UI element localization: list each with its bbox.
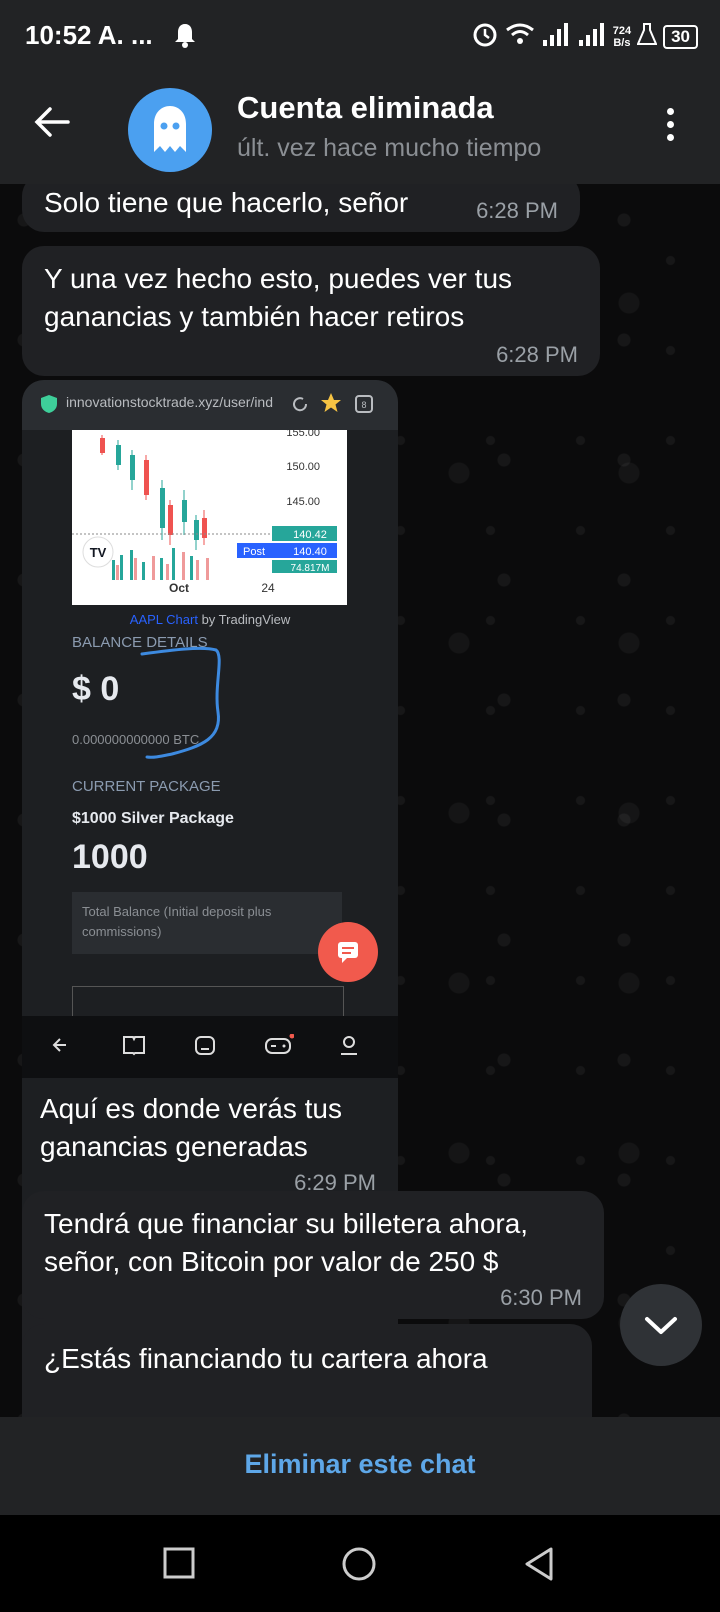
back-arrow-icon[interactable] — [34, 106, 70, 143]
balance-value: $ 0 — [72, 670, 120, 708]
price-label: 140.40 — [293, 546, 327, 558]
package-name: $1000 Silver Package — [72, 810, 234, 827]
status-bar: 10:52 A. ... 724 B/s 30 — [0, 0, 720, 72]
message-bubble[interactable]: Y una vez hecho esto, puedes ver tus gan… — [22, 246, 600, 376]
chat-icon — [338, 942, 358, 963]
gamepad-icon — [264, 1033, 295, 1063]
chat-header: Cuenta eliminada últ. vez hace mucho tie… — [0, 72, 720, 184]
chevron-down-icon — [645, 1317, 677, 1334]
net-speed-value: 724 — [612, 24, 632, 37]
wifi-icon — [505, 22, 535, 51]
delete-chat-bar: Eliminar este chat — [0, 1417, 720, 1515]
x-tick-label: 24 — [261, 581, 275, 595]
tabs-icon: 8 — [354, 394, 374, 419]
back-triangle-icon[interactable] — [523, 1546, 555, 1587]
status-time: 10:52 A. ... — [25, 20, 153, 50]
browser-nav-bar — [22, 1016, 398, 1078]
book-icon — [122, 1034, 146, 1061]
message-text: Aquí es donde verás tus ganancias genera… — [40, 1093, 342, 1162]
ghost-icon — [154, 106, 186, 152]
system-navigation-bar — [0, 1515, 720, 1612]
y-tick-label: 145.00 — [286, 496, 320, 508]
chart-link[interactable]: AAPL Chart — [130, 612, 198, 627]
total-balance-box: Total Balance (Initial deposit plus comm… — [72, 892, 342, 954]
delete-chat-button[interactable]: Eliminar este chat — [0, 1449, 720, 1480]
chat-subtitle: últ. vez hace mucho tiempo — [237, 134, 542, 162]
net-speed-unit: B/s — [613, 36, 631, 49]
package-label: CURRENT PACKAGE — [72, 778, 221, 795]
chart-caption-text: by TradingView — [197, 612, 291, 627]
profile-icon — [338, 1034, 360, 1061]
flask-icon — [636, 22, 658, 51]
shield-icon — [40, 394, 58, 419]
message-time: 6:28 PM — [476, 198, 558, 223]
stock-chart: 155.00 150.00 145.00 140.42 Post 140.40 … — [72, 427, 347, 605]
x-tick-label: Oct — [169, 581, 189, 595]
home-circle-icon[interactable] — [341, 1546, 377, 1587]
chart-caption: AAPL Chart by TradingView — [22, 612, 398, 627]
svg-text:8: 8 — [361, 400, 366, 410]
chat-area[interactable]: Solo tiene que hacerlo, señor 6:28 PM Y … — [0, 184, 720, 1417]
message-text: Tendrá que financiar su billetera ahora,… — [44, 1208, 529, 1277]
tradingview-logo: TV — [90, 545, 107, 560]
message-time: 6:30 PM — [500, 1285, 582, 1310]
more-options-icon[interactable] — [664, 108, 676, 147]
battery-indicator: 30 — [663, 24, 698, 49]
browser-url-bar: innovationstocktrade.xyz/user/ind 8 — [22, 380, 398, 430]
message-text: Y una vez hecho esto, puedes ver tus gan… — [44, 263, 513, 332]
price-label: 140.42 — [293, 529, 327, 541]
candlestick-chart: 155.00 150.00 145.00 140.42 Post 140.40 … — [72, 427, 337, 605]
message-time: 6:28 PM — [496, 342, 578, 367]
chat-fab-button[interactable] — [318, 922, 378, 982]
recent-apps-icon[interactable] — [163, 1547, 195, 1584]
home-icon — [194, 1034, 216, 1061]
package-value: 1000 — [72, 838, 148, 876]
avatar[interactable] — [128, 88, 212, 172]
url-text: innovationstocktrade.xyz/user/ind — [66, 394, 273, 410]
net-speed: 724 B/s — [613, 25, 631, 49]
alarm-icon — [471, 20, 499, 53]
total-balance-text: Total Balance (Initial deposit plus comm… — [82, 904, 272, 939]
message-bubble[interactable]: Tendrá que financiar su billetera ahora,… — [22, 1191, 604, 1319]
message-bubble[interactable]: ¿Estás financiando tu cartera ahora — [22, 1324, 592, 1417]
notification-bell-icon — [174, 22, 196, 53]
reload-icon — [290, 394, 310, 419]
scroll-down-button[interactable] — [620, 1284, 702, 1366]
signal-icon-1 — [541, 22, 571, 51]
y-tick-label: 155.00 — [286, 430, 320, 439]
volume-label: 74.817M — [291, 563, 330, 574]
signal-icon-2 — [577, 22, 607, 51]
y-tick-label: 150.00 — [286, 461, 320, 473]
message-bubble[interactable]: Solo tiene que hacerlo, señor 6:28 PM — [22, 184, 580, 232]
message-text: ¿Estás financiando tu cartera ahora — [44, 1343, 488, 1374]
post-label: Post — [243, 546, 265, 558]
scribble-annotation — [140, 646, 221, 759]
star-icon — [320, 392, 342, 419]
chat-title[interactable]: Cuenta eliminada — [237, 90, 494, 126]
back-icon — [50, 1034, 72, 1061]
message-text: Solo tiene que hacerlo, señor — [44, 187, 409, 218]
